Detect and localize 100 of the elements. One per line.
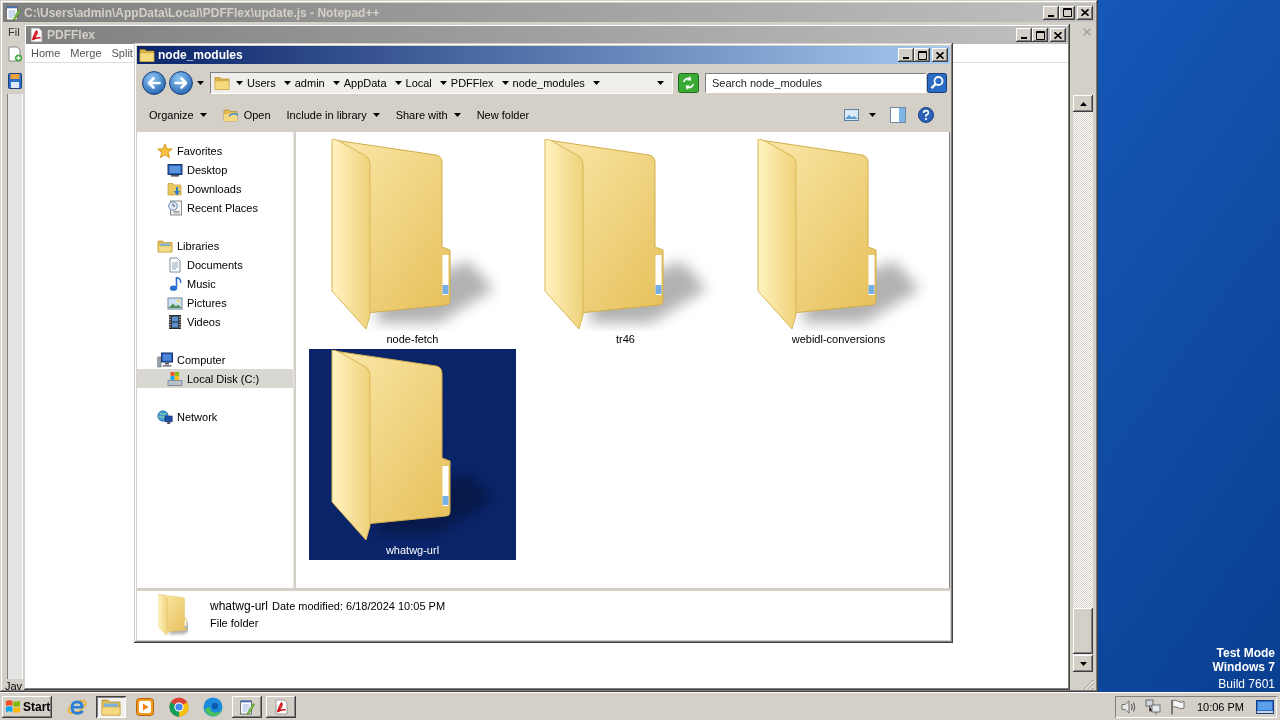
notepad-icon [5,4,21,21]
down-arrow-icon [1079,661,1087,666]
nav-item[interactable]: Downloads [137,179,293,198]
caret-icon [199,113,207,117]
scroll-down-button[interactable] [1073,655,1093,672]
toolbar-button[interactable]: New folder [468,103,538,127]
refresh-icon[interactable] [678,73,699,93]
nav-item[interactable]: Desktop [137,160,293,179]
desktop-text: Test Mode [1215,646,1275,660]
taskbar-button[interactable] [96,695,126,718]
caret-icon[interactable] [236,81,243,85]
nav-item[interactable]: Documents [137,255,293,274]
folder-item[interactable]: webidl-conversions [735,138,942,349]
media-player-icon[interactable] [136,697,154,716]
caret-icon[interactable] [197,81,204,85]
show-desktop-icon[interactable] [1256,698,1274,715]
windows-logo-icon [5,699,21,714]
caret-icon [453,113,461,117]
menu-item[interactable]: Fil [8,25,20,38]
new-file-icon[interactable] [7,46,23,62]
caret-icon[interactable] [439,81,447,85]
search-icon[interactable] [927,73,947,93]
window-title: PDFFlex [47,28,95,42]
menu-tab[interactable]: Home [28,44,64,62]
breadcrumb-item[interactable]: AppData [341,74,395,92]
caret-icon[interactable] [869,113,876,117]
speaker-icon[interactable] [1120,698,1137,715]
caret-icon[interactable] [501,81,509,85]
breadcrumb-item[interactable]: Local [403,74,440,92]
help-icon[interactable] [918,107,934,123]
nav-item[interactable]: Libraries [137,236,293,255]
toolbar-button[interactable]: Open [214,103,279,127]
nav-item[interactable]: Network [137,407,293,426]
close-icon [1054,31,1062,39]
folder-item[interactable]: tr46 [522,138,729,349]
preview-pane-icon[interactable] [890,107,906,123]
clock[interactable]: 10:06 PM [1196,700,1244,713]
scrollbar[interactable] [1073,95,1093,672]
breadcrumb-item[interactable]: Users [245,74,284,92]
close-icon [936,51,944,59]
minimize-button[interactable] [898,48,914,62]
menu-tab[interactable]: Split [108,44,133,62]
folder-item[interactable]: node-fetch [309,138,516,349]
maximize-icon [917,50,927,60]
close-button[interactable] [1050,28,1066,42]
breadcrumb-item[interactable]: node_modules [510,74,593,92]
minimize-button[interactable] [1043,5,1059,20]
window-title: C:\Users\admin\AppData\Local\PDFFlex\update.js - Notepad++ [24,5,380,20]
taskbar-button[interactable] [266,695,296,718]
breadcrumb-item[interactable]: PDFFlex [448,74,502,92]
nav-item[interactable]: Music [137,274,293,293]
taskbar-button[interactable] [232,695,262,718]
nav-item[interactable]: Local Disk (C:) [137,369,293,388]
scroll-thumb[interactable] [1073,608,1093,654]
view-icon[interactable] [844,109,859,121]
resize-grip-icon[interactable] [1083,679,1094,690]
start-button[interactable]: Start [2,695,52,718]
minimize-button[interactable] [1016,28,1032,42]
save-icon[interactable] [8,72,22,89]
caret-icon[interactable] [283,81,291,85]
nav-item[interactable]: Pictures [137,293,293,312]
nav-item[interactable]: Computer [137,350,293,369]
scroll-up-button[interactable] [1073,95,1093,112]
search-field[interactable]: Search node_modules [705,73,926,93]
browser-icon[interactable] [169,696,189,717]
nav-item[interactable]: Videos [137,312,293,331]
caret-icon[interactable] [657,81,664,85]
maximize-button[interactable] [1059,5,1075,20]
caret-icon[interactable] [592,81,600,85]
caret-icon[interactable] [394,81,402,85]
maximize-button[interactable] [1032,28,1048,42]
minimize-icon [1021,37,1027,39]
toolbar-button[interactable]: Organize [141,103,215,127]
minimize-icon [1048,14,1054,17]
caret-icon[interactable] [332,81,340,85]
close-button[interactable] [932,48,948,62]
folder-icon [222,107,239,123]
toolbar-button[interactable]: Share with [387,103,469,127]
star-icon [157,142,173,159]
nav-item[interactable]: Favorites [137,141,293,160]
desktop-text: Build 7601 [1217,677,1275,691]
flag-icon[interactable] [1168,698,1185,715]
toolbar-button[interactable]: Include in library [278,103,388,127]
breadcrumb-item[interactable]: admin [292,74,333,92]
close-button[interactable] [1077,5,1093,20]
menu-tab[interactable]: Merge [67,44,105,62]
address-bar[interactable]: Users admin AppData Local PDFFlex node_modules [210,72,673,94]
downloads-folder-icon [167,180,183,197]
network-icon[interactable] [1144,698,1161,715]
picture-icon [167,294,183,311]
maximize-button[interactable] [914,48,930,62]
nav-item[interactable]: Recent Places [137,198,293,217]
maximize-icon [1035,30,1045,40]
network-icon [157,408,173,425]
desktop-text: Windows 7 [1212,660,1275,674]
folder-item[interactable]: whatwg-url [309,349,516,560]
browser-icon[interactable] [203,696,223,717]
folder-icon [157,594,188,636]
up-arrow-icon [1079,101,1087,106]
clock-document-icon [167,199,183,216]
